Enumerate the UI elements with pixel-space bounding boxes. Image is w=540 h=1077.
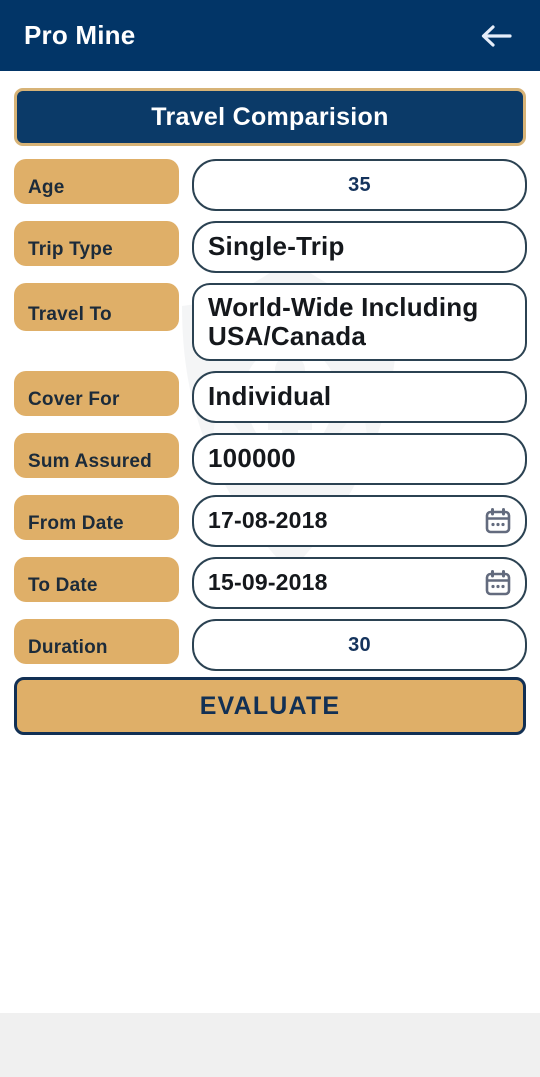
form-row: Duration 30 [0,619,540,671]
field-label-text: Travel To [28,304,112,325]
field-value-from-date: 17-08-2018 [208,507,328,534]
field-label-text: Duration [28,637,108,658]
field-input-duration[interactable]: 30 [192,619,527,671]
field-label-trip-type: Trip Type [14,221,179,266]
field-label-travel-to: Travel To [14,283,179,331]
field-label-cover-for: Cover For [14,371,179,416]
field-value-sum-assured: 100000 [208,443,296,474]
field-label-text: Cover For [28,389,120,410]
field-input-cover-for[interactable]: Individual [192,371,527,423]
field-label-text: To Date [28,575,98,596]
field-label-from-date: From Date [14,495,179,540]
form-row: Sum Assured 100000 [0,433,540,485]
arrow-left-icon [479,23,513,49]
form-row: To Date 15-09-2018 [0,557,540,609]
evaluate-button[interactable]: EVALUATE [14,677,526,735]
field-label-sum-assured: Sum Assured [14,433,179,478]
field-label-text: Sum Assured [28,451,152,472]
form-content: Travel Comparision Age 35 Trip Type Single-… [0,71,540,1013]
app-screen: Pro Mine Travel Comparision Age 35 Trip Ty… [0,0,540,1077]
field-label-text: Trip Type [28,239,113,260]
field-input-travel-to[interactable]: World-Wide Including USA/Canada [192,283,527,361]
field-value-travel-to: World-Wide Including USA/Canada [208,291,479,351]
section-title-bar[interactable]: Travel Comparision [14,88,526,146]
field-value-to-date: 15-09-2018 [208,569,328,596]
field-value-trip-type: Single-Trip [208,231,345,262]
calendar-icon[interactable] [483,568,513,598]
field-value-duration: 30 [348,633,371,656]
form-row: Trip Type Single-Trip [0,221,540,273]
field-input-from-date[interactable]: 17-08-2018 [192,495,527,547]
field-label-text: Age [28,177,65,198]
field-label-age: Age [14,159,179,204]
field-value-age: 35 [348,173,371,196]
evaluate-button-label: EVALUATE [199,691,341,720]
field-input-to-date[interactable]: 15-09-2018 [192,557,527,609]
field-input-sum-assured[interactable]: 100000 [192,433,527,485]
field-value-cover-for: Individual [208,381,332,412]
field-label-duration: Duration [14,619,179,664]
bottom-system-strip [0,1013,540,1077]
field-input-trip-type[interactable]: Single-Trip [192,221,527,273]
app-title: Pro Mine [24,20,136,50]
form-row: Cover For Individual [0,371,540,423]
field-input-age[interactable]: 35 [192,159,527,211]
field-label-text: From Date [28,513,124,534]
section-title-label: Travel Comparision [151,102,389,131]
back-button[interactable] [474,14,518,58]
app-bar: Pro Mine [0,0,540,71]
field-label-to-date: To Date [14,557,179,602]
calendar-icon[interactable] [483,506,513,536]
form-row: Age 35 [0,159,540,211]
form-row: Travel To World-Wide Including USA/Canada [0,283,540,361]
form-row: From Date 17-08-2018 [0,495,540,547]
